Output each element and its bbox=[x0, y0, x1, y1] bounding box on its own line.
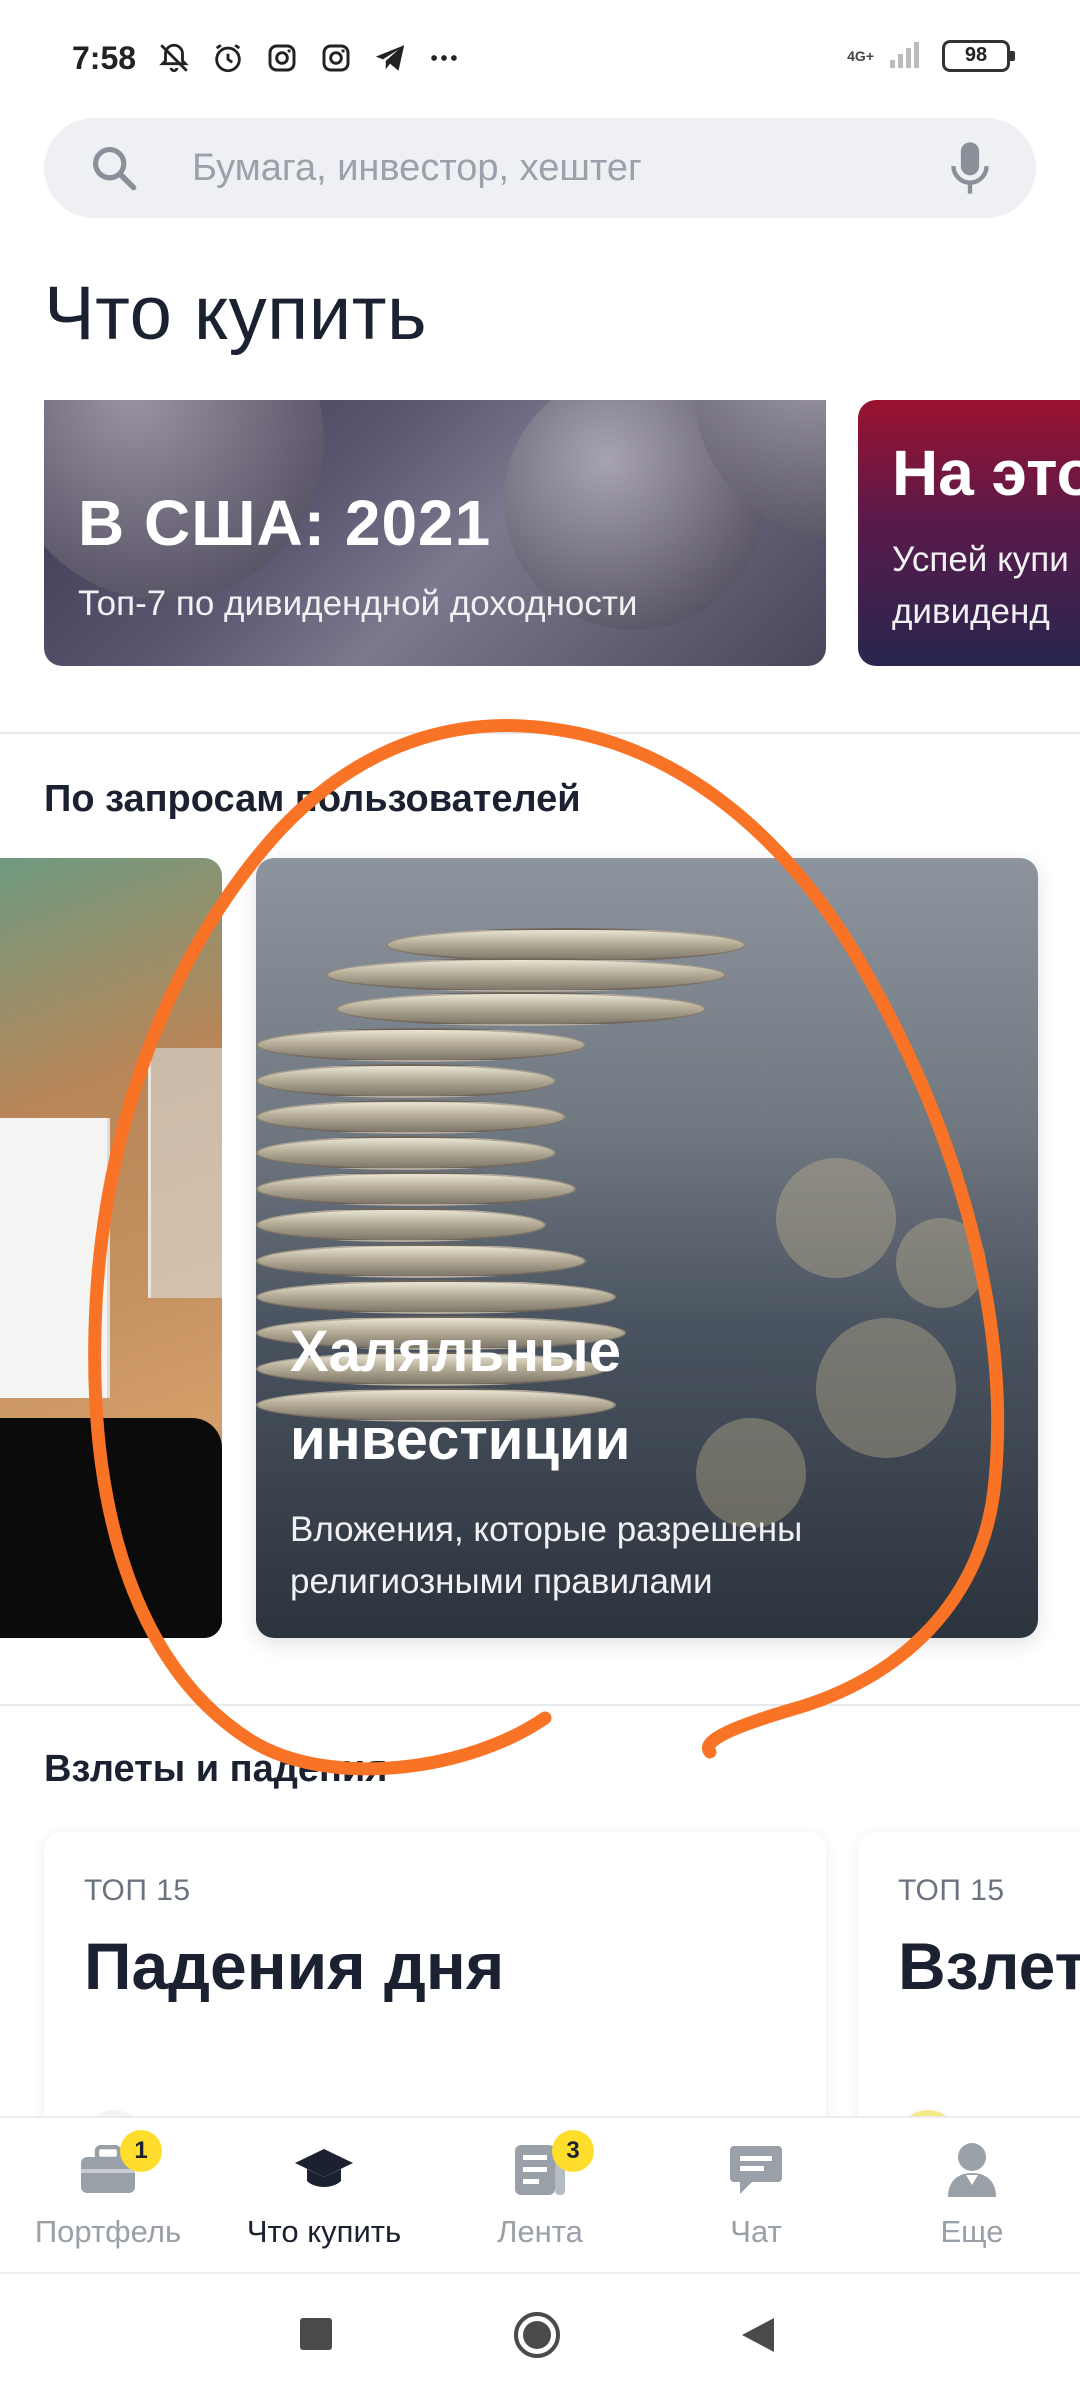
card-title: Падения дня bbox=[84, 1929, 505, 2003]
nav-item-what-to-buy[interactable]: Что купить bbox=[216, 2118, 432, 2272]
nav-label: Еще bbox=[940, 2214, 1004, 2249]
nav-label: Лента bbox=[497, 2214, 583, 2249]
section-title-user-requests: По запросам пользователей bbox=[44, 778, 581, 820]
back-icon[interactable] bbox=[740, 2316, 776, 2359]
instagram-icon bbox=[318, 40, 354, 76]
news-feed-icon: 3 bbox=[508, 2130, 594, 2200]
card-subtitle-line: Успей купи bbox=[892, 540, 1069, 579]
instagram-icon bbox=[264, 40, 300, 76]
card-background-image bbox=[816, 1318, 956, 1458]
recent-apps-icon[interactable] bbox=[298, 2316, 334, 2357]
coin bbox=[386, 928, 746, 962]
card-tag: ТОП 15 bbox=[898, 1874, 1005, 1907]
search-input[interactable]: Бумага, инвестор, хештег bbox=[192, 147, 948, 190]
search-icon bbox=[88, 142, 140, 194]
card-title: В США: 2021 bbox=[78, 487, 492, 559]
status-bar: 7:58 4G+ 98 bbox=[0, 0, 1080, 116]
coin bbox=[256, 1136, 556, 1170]
telegram-icon bbox=[372, 40, 408, 76]
home-icon[interactable] bbox=[512, 2310, 562, 2365]
card-background-image bbox=[776, 1158, 896, 1278]
collection-card-partial[interactable] bbox=[0, 858, 222, 1638]
card-background-image bbox=[0, 1418, 222, 1638]
coin bbox=[256, 1028, 586, 1062]
card-subtitle: Топ-7 по дивидендной доходности bbox=[78, 584, 638, 623]
status-time: 7:58 bbox=[72, 39, 137, 76]
network-indicator: 4G+ bbox=[847, 47, 874, 64]
profile-icon bbox=[940, 2140, 1004, 2200]
movers-card-falls[interactable]: ТОП 15 Падения дня bbox=[44, 1832, 826, 2142]
signal-icon bbox=[888, 38, 928, 73]
movers-card-rises[interactable]: ТОП 15 Взлет bbox=[858, 1832, 1080, 2142]
card-background-image bbox=[0, 1118, 110, 1398]
card-title: Взлет bbox=[898, 1929, 1080, 2003]
card-title-line: инвестиции bbox=[290, 1407, 631, 1472]
top-cards-carousel[interactable]: В США: 2021 Топ-7 по дивидендной доходно… bbox=[0, 400, 1080, 670]
collection-card-us-dividends[interactable]: В США: 2021 Топ-7 по дивидендной доходно… bbox=[44, 400, 826, 666]
card-subtitle: Вложения, которые разрешены религиозными… bbox=[290, 1504, 802, 1608]
coin bbox=[256, 1100, 566, 1134]
nav-item-chat[interactable]: Чат bbox=[648, 2118, 864, 2272]
briefcase-icon: 1 bbox=[76, 2130, 162, 2200]
coin bbox=[256, 1172, 576, 1206]
nav-item-more[interactable]: Еще bbox=[864, 2118, 1080, 2272]
nav-label: Чат bbox=[730, 2214, 782, 2249]
nav-label: Портфель bbox=[34, 2214, 182, 2249]
search-bar[interactable]: Бумага, инвестор, хештег bbox=[44, 118, 1036, 218]
status-system-indicators: 4G+ 98 bbox=[847, 38, 1015, 73]
card-title: На это bbox=[892, 437, 1080, 509]
card-background-image bbox=[896, 1218, 986, 1308]
coin bbox=[256, 1064, 556, 1098]
card-subtitle-line: Вложения, которые разрешены bbox=[290, 1510, 803, 1549]
nav-item-feed[interactable]: 3 Лента bbox=[432, 2118, 648, 2272]
card-background-image bbox=[148, 1048, 222, 1298]
alarm-icon bbox=[210, 40, 246, 76]
collection-card-halal-investments[interactable]: Халяльные инвестиции Вложения, которые р… bbox=[256, 858, 1038, 1638]
card-title: Халяльные инвестиции bbox=[290, 1308, 630, 1484]
section-title-movers: Взлеты и падения bbox=[44, 1748, 388, 1790]
nav-item-portfolio[interactable]: 1 Портфель bbox=[0, 2118, 216, 2272]
bottom-navigation: 1 Портфель Что купить 3 Лента Чат Еще bbox=[0, 2116, 1080, 2272]
coin bbox=[326, 958, 726, 992]
graduation-cap-icon bbox=[292, 2140, 356, 2200]
card-subtitle-line: религиозными правилами bbox=[290, 1562, 713, 1601]
nav-label: Что купить bbox=[246, 2214, 402, 2249]
battery-indicator: 98 bbox=[942, 39, 1015, 72]
coin bbox=[256, 1244, 586, 1278]
coin bbox=[256, 1208, 546, 1242]
notification-badge: 1 bbox=[120, 2130, 162, 2172]
card-subtitle: Успей купи дивиденд bbox=[892, 534, 1069, 638]
status-notification-icons bbox=[156, 40, 462, 76]
system-navigation-bar bbox=[0, 2272, 1080, 2400]
card-title-line: Халяльные bbox=[290, 1319, 621, 1384]
card-tag: ТОП 15 bbox=[84, 1874, 191, 1907]
section-divider bbox=[0, 732, 1080, 734]
collection-card-dividends[interactable]: На это Успей купи дивиденд bbox=[858, 400, 1080, 666]
bell-off-icon bbox=[156, 40, 192, 76]
card-subtitle-line: дивиденд bbox=[892, 592, 1050, 631]
page-title: Что купить bbox=[44, 271, 428, 356]
more-dots-icon bbox=[426, 40, 462, 76]
section-divider bbox=[0, 1704, 1080, 1706]
notification-badge: 3 bbox=[552, 2130, 594, 2172]
coin bbox=[336, 992, 706, 1026]
microphone-icon[interactable] bbox=[948, 138, 992, 198]
chat-icon bbox=[724, 2140, 788, 2200]
